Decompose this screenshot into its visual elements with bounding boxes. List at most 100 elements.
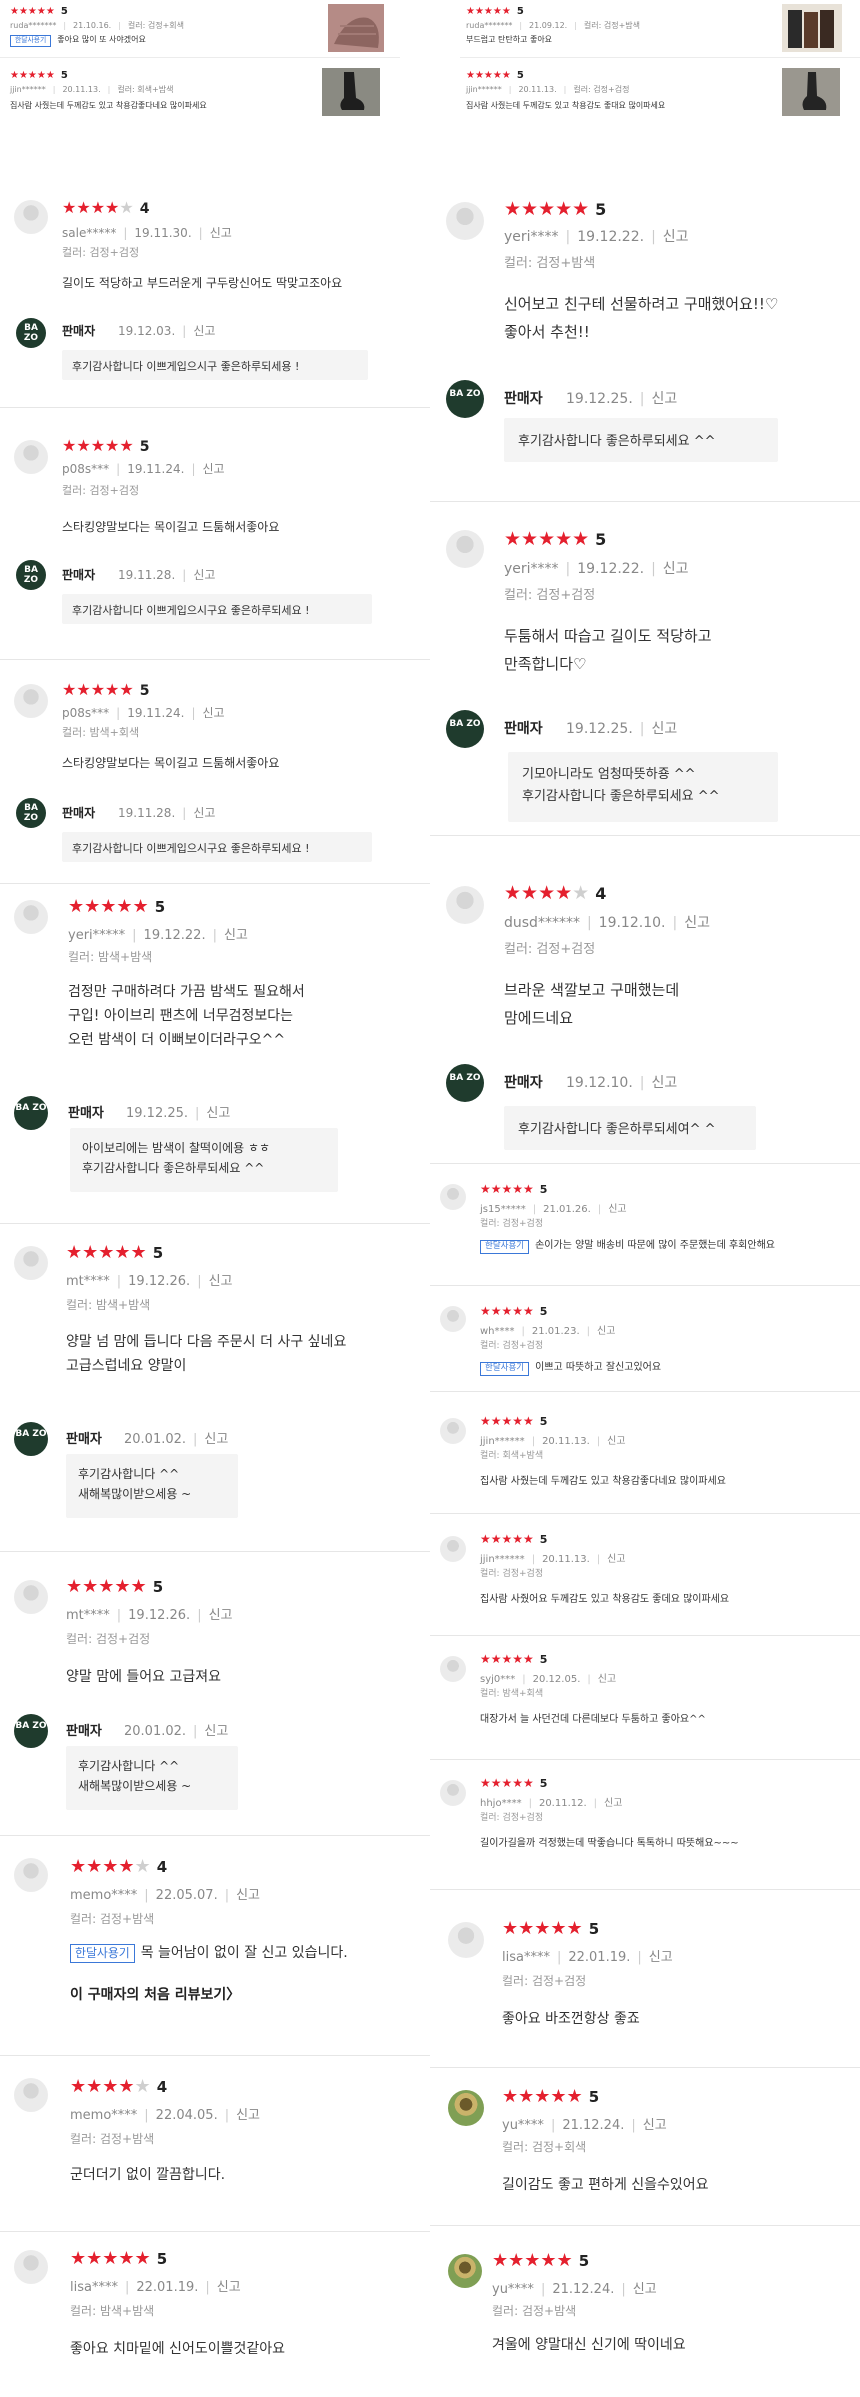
review-meta: yeri***** | 19.12.22. | 신고 <box>68 928 248 943</box>
star-rating: ★★★★★ 5 <box>504 528 607 550</box>
report-link[interactable]: 신고 <box>193 806 215 820</box>
reviewer-id: lisa**** <box>70 2280 118 2295</box>
reviewer-id: wh**** <box>480 1326 515 1337</box>
seller-logo: BA ZO <box>14 1714 48 1748</box>
seller-reply: 후기감사합니다 이쁘게입으시구요 좋은하루되세요 ! <box>62 594 372 624</box>
report-link[interactable]: 신고 <box>684 915 710 931</box>
review-text: 양말 넘 맘에 듭니다 다음 주문시 더 사구 싶네요 고급스럽네요 양말이 <box>66 1334 347 1374</box>
report-link[interactable]: 신고 <box>649 1950 673 1965</box>
reviewer-id: js15***** <box>480 1204 526 1215</box>
report-link[interactable]: 신고 <box>607 1436 625 1447</box>
reviewer-avatar <box>448 1922 484 1958</box>
review-card: ★★★★★ 5 p08s*** | 19.11.24. | 신고 컬러: 검정+검정 스타… <box>0 420 430 660</box>
top-review-item[interactable]: ★★★★★ 5 jjin****** | 20.11.13. | 컬러: 회색+밤색 집사… <box>0 62 400 122</box>
report-link[interactable]: 신고 <box>608 1204 626 1215</box>
report-link[interactable]: 신고 <box>224 928 248 943</box>
reviewer-avatar <box>14 1580 48 1614</box>
seller-label: 판매자 <box>66 1432 102 1447</box>
review-meta: yu**** | 21.12.24. | 신고 <box>502 2118 667 2133</box>
report-link[interactable]: 신고 <box>643 2118 667 2133</box>
report-link[interactable]: 신고 <box>206 1106 230 1121</box>
reply-meta: 20.01.02. | 신고 <box>124 1432 229 1447</box>
review-card: ★★★★★ 5 wh**** | 21.01.23. | 신고 컬러: 검정+검정 한달사… <box>430 1286 860 1392</box>
review-photo-thumbnail[interactable] <box>328 4 384 52</box>
report-link[interactable]: 신고 <box>652 1075 678 1091</box>
review-option: 컬러: 검정+검정 <box>480 1341 544 1351</box>
review-meta: ruda******* | 21.09.12. | 컬러: 검정+밤색 <box>466 21 641 30</box>
top-review-strip: ★★★★★ 5 ruda******* | 21.10.16. | 컬러: 검정+회색 한… <box>0 0 860 122</box>
report-link[interactable]: 신고 <box>209 1608 233 1623</box>
month-use-badge: 한달사용기 <box>70 1944 135 1963</box>
reviewer-avatar <box>440 1656 466 1682</box>
review-photo-thumbnail[interactable] <box>782 68 840 116</box>
review-date: 20.11.13. <box>542 1554 590 1565</box>
reviewer-id: jjin****** <box>466 85 502 94</box>
report-link[interactable]: 신고 <box>236 2108 260 2123</box>
report-link[interactable]: 신고 <box>203 462 225 476</box>
review-option: 컬러: 검정+밤색 <box>70 1912 155 1926</box>
star-rating: ★★★★★ 5 <box>502 2086 600 2107</box>
review-card: ★★★★★ 5 hhjo**** | 20.11.12. | 신고 컬러: 검정+검정 길… <box>430 1760 860 1890</box>
star-rating: ★★★★★ 5 <box>66 1576 164 1597</box>
first-review-link[interactable]: 이 구매자의 처음 리뷰보기〉 <box>70 1984 240 2004</box>
review-meta: yeri**** | 19.12.22. | 신고 <box>504 561 689 577</box>
review-photo-thumbnail[interactable] <box>782 4 842 52</box>
report-link[interactable]: 신고 <box>204 1432 228 1447</box>
reviewer-avatar <box>14 2250 48 2284</box>
report-link[interactable]: 신고 <box>633 2282 657 2297</box>
reviewer-id: jjin****** <box>10 85 46 94</box>
review-card: ★★★★★ 4 memo**** | 22.04.05. | 신고 컬러: 검정+밤색 군… <box>0 2056 430 2232</box>
star-rating: ★★★★★ 5 <box>492 2250 590 2271</box>
report-link[interactable]: 신고 <box>210 226 232 240</box>
review-meta: syj0*** | 20.12.05. | 신고 <box>480 1674 617 1685</box>
review-text: 양말 맘에 들어요 고급져요 <box>66 1669 222 1685</box>
report-link[interactable]: 신고 <box>236 1888 260 1903</box>
report-link[interactable]: 신고 <box>652 391 678 407</box>
reply-date: 20.01.02. <box>124 1432 187 1447</box>
review-text: 군더더기 없이 깔끔합니다. <box>70 2167 226 2183</box>
star-rating: ★★★★★ 4 <box>62 198 150 217</box>
reviewer-avatar <box>14 1858 48 1892</box>
review-option: 컬러: 검정+밤색 <box>504 256 596 271</box>
review-date: 21.09.12. <box>529 21 568 30</box>
report-link[interactable]: 신고 <box>604 1798 622 1809</box>
reviewer-avatar <box>440 1536 466 1562</box>
report-link[interactable]: 신고 <box>663 229 689 245</box>
report-link[interactable]: 신고 <box>203 706 225 720</box>
seller-reply: 아이보리에는 밤색이 찰떡이에용 ㅎㅎ 후기감사합니다 좋은하루되세요 ^^ <box>70 1128 338 1192</box>
reviewer-avatar <box>446 530 484 568</box>
top-review-item[interactable]: ★★★★★ 5 ruda******* | 21.09.12. | 컬러: 검정+밤색 부… <box>460 0 860 58</box>
reviewer-avatar <box>448 2254 482 2288</box>
reviewer-id: yeri**** <box>504 229 559 245</box>
report-link[interactable]: 신고 <box>598 1674 616 1685</box>
report-link[interactable]: 신고 <box>607 1554 625 1565</box>
report-link[interactable]: 신고 <box>209 1274 233 1289</box>
review-photo-thumbnail[interactable] <box>322 68 380 116</box>
review-text: 스타킹양말보다는 목이길고 드툼해서좋아요 <box>62 756 280 770</box>
report-link[interactable]: 신고 <box>597 1326 615 1337</box>
review-text: 검정만 구매하려다 가끔 밤색도 필요해서 구입! 아이브리 팬츠에 너무검정보… <box>68 984 305 1048</box>
review-card: ★★★★★ 5 yu**** | 21.12.24. | 신고 컬러: 검정+회색 길이감… <box>430 2068 860 2226</box>
reviewer-id: dusd****** <box>504 915 580 931</box>
report-link[interactable]: 신고 <box>204 1724 228 1739</box>
reply-meta: 19.12.03. | 신고 <box>118 324 216 338</box>
star-rating: ★★★★★ 5 <box>62 680 150 699</box>
top-review-item[interactable]: ★★★★★ 5 jjin****** | 20.11.13. | 컬러: 검정+검정 집사… <box>460 62 860 122</box>
report-link[interactable]: 신고 <box>663 561 689 577</box>
report-link[interactable]: 신고 <box>652 721 678 737</box>
top-review-item[interactable]: ★★★★★ 5 ruda******* | 21.10.16. | 컬러: 검정+회색 한… <box>0 0 400 58</box>
review-option: 컬러: 검정+검정 <box>480 1219 544 1229</box>
reply-date: 19.12.25. <box>126 1106 189 1121</box>
review-meta: hhjo**** | 20.11.12. | 신고 <box>480 1798 623 1809</box>
report-link[interactable]: 신고 <box>193 324 215 338</box>
review-meta: wh**** | 21.01.23. | 신고 <box>480 1326 616 1337</box>
review-date: 22.01.19. <box>136 2280 199 2295</box>
star-rating: ★★★★★ 5 <box>68 896 166 917</box>
star-rating: ★★★★★ 5 <box>504 198 607 220</box>
reviewer-id: syj0*** <box>480 1674 516 1685</box>
reviewer-avatar <box>440 1184 466 1210</box>
report-link[interactable]: 신고 <box>193 568 215 582</box>
review-option: 컬러: 밤색+회색 <box>480 1689 544 1699</box>
report-link[interactable]: 신고 <box>217 2280 241 2295</box>
seller-label: 판매자 <box>504 391 543 407</box>
